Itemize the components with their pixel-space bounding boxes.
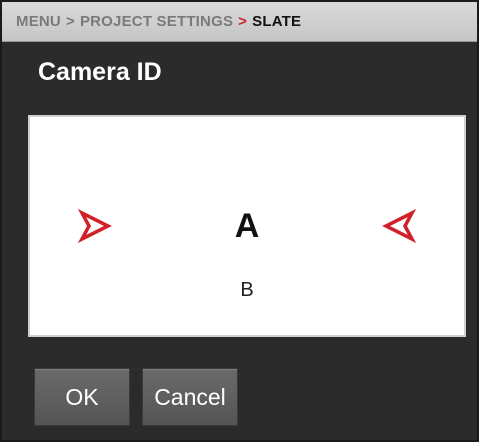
breadcrumb-item-project-settings[interactable]: PROJECT SETTINGS (80, 13, 233, 30)
cancel-button[interactable]: Cancel (142, 368, 238, 426)
breadcrumb-item-menu[interactable]: MENU (16, 13, 61, 30)
breadcrumb-separator-active: > (238, 13, 248, 30)
breadcrumb: MENU > PROJECT SETTINGS > SLATE (2, 2, 477, 42)
camera-id-screen: MENU > PROJECT SETTINGS > SLATE Camera I… (0, 0, 479, 442)
page-title: Camera ID (38, 58, 162, 86)
value-selector-panel: A B (28, 115, 466, 337)
breadcrumb-item-slate: SLATE (252, 13, 302, 30)
breadcrumb-separator: > (65, 13, 75, 30)
next-camera-id-option[interactable]: B (30, 279, 464, 302)
chevron-left-outline-icon[interactable] (382, 209, 416, 243)
ok-button[interactable]: OK (34, 368, 130, 426)
